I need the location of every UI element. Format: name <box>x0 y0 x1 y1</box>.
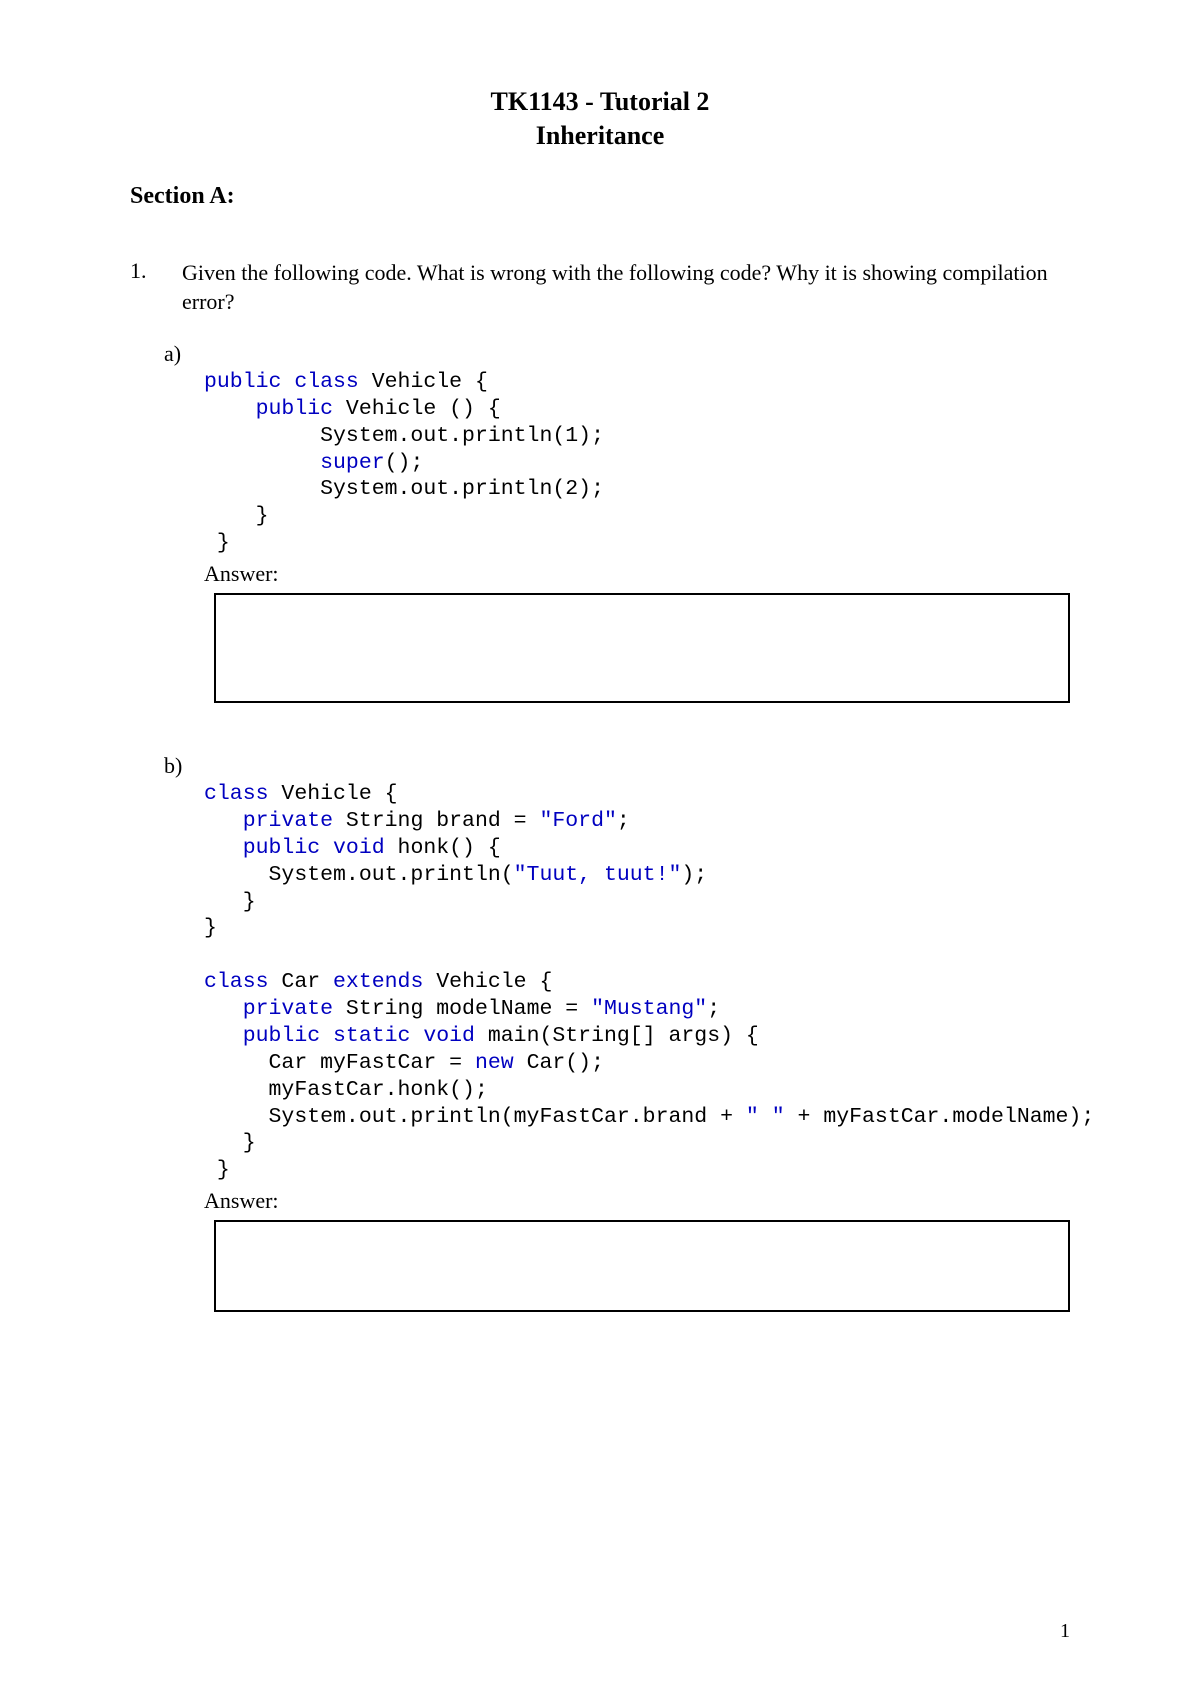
question-lead: Given the following code <box>182 260 406 285</box>
title-line-1: TK1143 - Tutorial 2 <box>491 87 710 116</box>
part-b-code: class Vehicle { private String brand = "… <box>204 781 1070 1184</box>
page-number: 1 <box>1060 1620 1070 1643</box>
part-b: b) class Vehicle { private String brand … <box>164 753 1070 1312</box>
part-a-answer-box[interactable] <box>214 593 1070 703</box>
question-text: Given the following code. What is wrong … <box>182 258 1070 317</box>
part-a-code: public class Vehicle { public Vehicle ()… <box>204 369 1070 557</box>
question-number: 1. <box>130 258 154 317</box>
title-line-2: Inheritance <box>536 121 665 150</box>
part-a-answer-label: Answer: <box>204 561 1070 587</box>
question-1: 1. Given the following code. What is wro… <box>130 258 1070 317</box>
page: TK1143 - Tutorial 2 Inheritance Section … <box>0 0 1200 1698</box>
section-a-heading: Section A: <box>130 183 1070 210</box>
part-a: a) public class Vehicle { public Vehicle… <box>164 341 1070 703</box>
part-b-answer-label: Answer: <box>204 1188 1070 1214</box>
part-b-label: b) <box>164 753 1070 779</box>
part-b-answer-box[interactable] <box>214 1220 1070 1312</box>
part-a-label: a) <box>164 341 1070 367</box>
doc-title: TK1143 - Tutorial 2 Inheritance <box>130 85 1070 153</box>
